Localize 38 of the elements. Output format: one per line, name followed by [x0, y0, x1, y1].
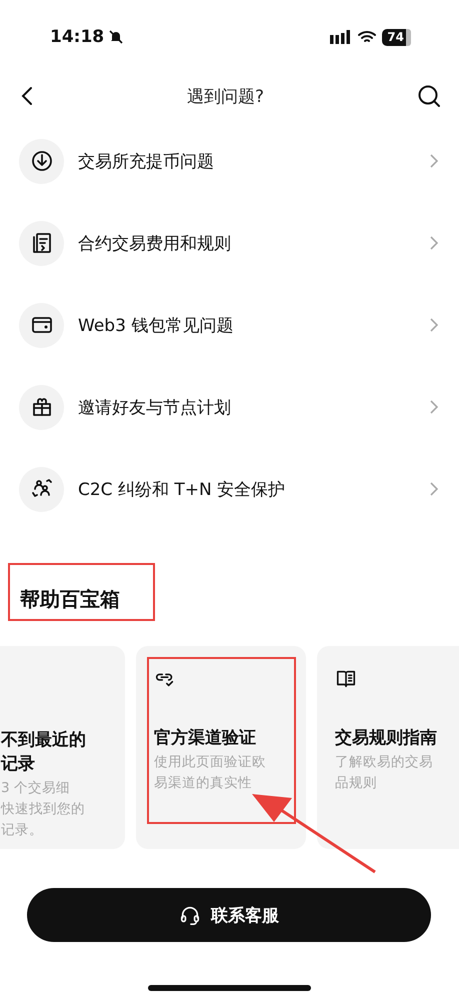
chevron-right-icon — [429, 481, 439, 497]
headset-icon — [179, 904, 201, 926]
card-title: 不到最近的 记录 — [1, 729, 87, 776]
signal-icon — [330, 30, 352, 44]
help-topic-row[interactable]: Web3 钱包常见问题 — [0, 284, 459, 366]
chevron-right-icon — [429, 399, 439, 415]
help-topic-row[interactable]: C2C 纠纷和 T+N 安全保护 — [0, 448, 459, 530]
book-icon — [335, 668, 357, 690]
chevron-right-icon — [429, 153, 439, 169]
chevron-right-icon — [429, 235, 439, 251]
wifi-icon — [358, 30, 376, 44]
topic-label: 邀请好友与节点计划 — [78, 396, 232, 418]
card-title: 官方渠道验证 — [154, 727, 257, 750]
battery-indicator: 74 — [382, 28, 406, 46]
topic-label: Web3 钱包常见问题 — [78, 314, 234, 336]
chevron-right-icon — [429, 317, 439, 333]
clock-time: 14:18 — [50, 27, 104, 47]
download-icon — [30, 149, 54, 173]
topic-label: C2C 纠纷和 T+N 安全保护 — [78, 478, 286, 500]
back-icon[interactable] — [20, 85, 34, 107]
topic-label: 交易所充提币问题 — [78, 150, 215, 172]
help-topic-row[interactable]: 合约交易费用和规则 — [0, 202, 459, 284]
card-description: 了解欧易的交易 品规则 — [335, 753, 434, 793]
card-title: 交易规则指南 — [335, 727, 438, 750]
contact-support-button[interactable]: 联系客服 — [27, 888, 431, 942]
toolbox-card[interactable]: 官方渠道验证 使用此页面验证欧 易渠道的真实性 — [136, 646, 306, 849]
card-description: 使用此页面验证欧 易渠道的真实性 — [154, 753, 267, 793]
toolbox-card[interactable]: 不到最近的 记录 3 个交易细 快速找到您的 记录。 — [0, 646, 125, 849]
section-title: 帮助百宝箱 — [20, 586, 120, 612]
search-icon[interactable] — [417, 84, 441, 108]
topic-label: 合约交易费用和规则 — [78, 232, 232, 254]
toolbox-card[interactable]: 交易规则指南 了解欧易的交易 品规则 — [317, 646, 459, 849]
help-topic-row[interactable]: 邀请好友与节点计划 — [0, 366, 459, 448]
card-description: 3 个交易细 快速找到您的 记录。 — [1, 779, 86, 840]
muted-bell-icon — [108, 29, 124, 45]
page-title: 遇到问题? — [186, 86, 264, 108]
battery-cap-icon — [406, 28, 413, 46]
help-topic-row[interactable]: 交易所充提币问题 — [0, 120, 459, 202]
